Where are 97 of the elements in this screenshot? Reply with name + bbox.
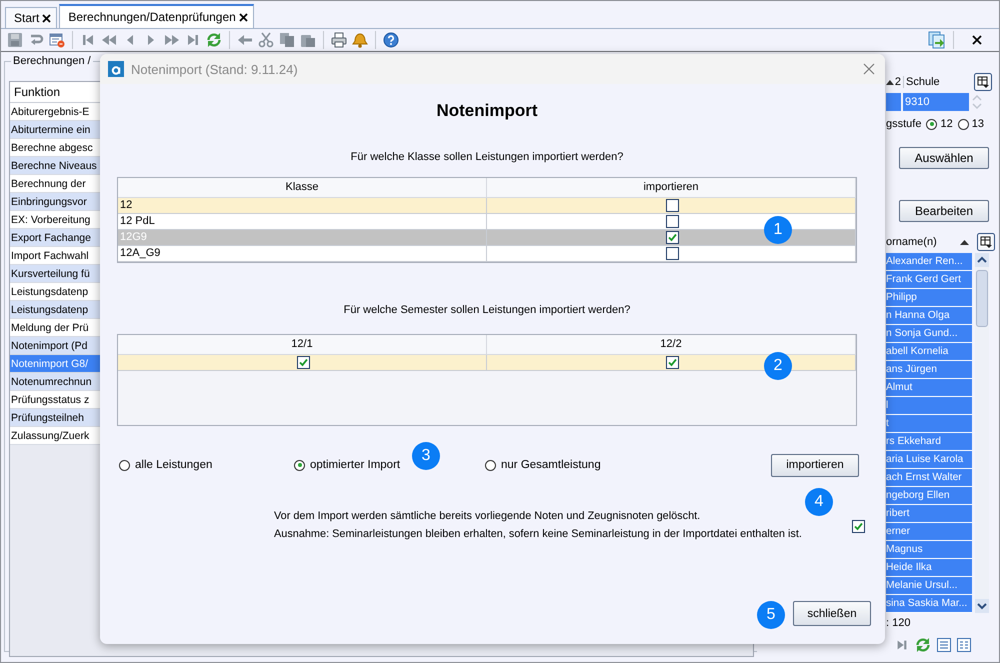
table-row[interactable]: Frank Gerd Gert [886,271,972,289]
scroll-down-icon[interactable] [975,599,989,613]
scrollbar[interactable] [975,253,989,613]
column-header[interactable]: 12/1 [118,335,487,354]
table-row[interactable]: 12A_G9 [118,246,856,262]
form-delete-icon[interactable] [49,32,65,48]
scroll-thumb[interactable] [976,270,988,327]
close-icon[interactable] [971,34,983,46]
first-icon[interactable] [80,32,96,48]
app-logo-icon [108,61,124,77]
step-marker: 5 [757,601,785,629]
record-count: : 120 [886,617,912,629]
rewind-icon[interactable] [101,32,117,48]
fast-forward-icon[interactable] [164,32,180,48]
column-header[interactable]: 2 [886,76,901,88]
checkbox[interactable] [666,215,678,228]
checkbox[interactable] [666,247,678,260]
radio-option[interactable]: optimierter Import [294,459,400,471]
table-cell: 12A_G9 [118,246,487,261]
list-view-icon[interactable] [937,638,951,652]
table-row[interactable]: t [886,415,972,433]
table-cell: 12G9 [118,230,487,245]
copy-icon[interactable] [279,32,295,48]
scissors-icon[interactable] [258,32,274,48]
sort-index: 2 [894,76,901,88]
table-row[interactable]: aria Luise Karola [886,451,972,469]
close-button[interactable]: schließen [793,601,871,626]
column-chooser-icon[interactable] [974,73,992,91]
column-header[interactable]: Schule [903,76,970,88]
table-row[interactable]: erner [886,523,972,541]
table-cell: 12 PdL [118,214,487,229]
question-text: Für welche Semester sollen Leistungen importiert werden? [342,303,632,317]
dialog-heading: Notenimport [435,100,539,122]
column-header[interactable]: importieren [487,178,856,197]
table-row[interactable]: n Hanna Olga [886,307,972,325]
arrow-left-icon[interactable] [237,32,253,48]
table-row[interactable]: ach Ernst Walter [886,469,972,487]
radio-option[interactable]: nur Gesamtleistung [485,459,601,471]
tab[interactable]: Start [5,7,58,28]
import-button[interactable]: importieren [771,454,859,476]
table-row[interactable]: n Sonja Gund... [886,325,972,343]
refresh-icon[interactable] [915,637,931,653]
tab[interactable]: Berechnungen/Datenprüfungen [59,4,254,28]
table-row[interactable]: ngeborg Ellen [886,487,972,505]
step-marker: 4 [805,488,833,516]
paste-icon[interactable] [300,32,316,48]
checkbox[interactable] [666,231,678,244]
radio-option[interactable]: alle Leistungen [119,459,212,471]
column-header[interactable]: orname(n) [886,236,975,248]
table-row[interactable]: Melanie Ursul... [886,577,972,595]
table-cell: 12 [118,198,487,213]
refresh-icon[interactable] [206,32,222,48]
table-row[interactable]: Almut [886,379,972,397]
table-row[interactable]: Philipp [886,289,972,307]
checkbox[interactable] [296,356,310,369]
close-icon[interactable] [238,12,248,22]
step-marker: 3 [412,442,440,470]
document-arrow-icon[interactable] [928,31,946,49]
table-row[interactable]: Magnus [886,541,972,559]
table-cell: 9310 [903,93,969,111]
undo-icon[interactable] [28,32,44,48]
radio-option[interactable]: 12 [926,118,953,130]
table-row[interactable]: abell Kornelia [886,343,972,361]
radio-option[interactable]: 13 [958,118,984,130]
checkbox[interactable] [666,199,678,212]
sort-up-icon [886,79,894,85]
help-icon[interactable] [383,32,399,48]
table-row[interactable]: rs Ekkehard [886,433,972,451]
table-row[interactable] [118,355,856,371]
group-title: Berechnungen / [11,55,93,67]
close-icon[interactable] [42,14,52,22]
table-row[interactable]: ans Jürgen [886,361,972,379]
table-row[interactable]: Heide Ilka [886,559,972,577]
dialog-title: Notenimport (Stand: 9.11.24) [131,62,298,76]
checkbox[interactable] [666,356,678,369]
detail-view-icon[interactable] [957,638,971,652]
bell-icon[interactable] [352,32,368,48]
action-button[interactable]: Bearbeiten [899,200,989,222]
table-row[interactable]: l [886,397,972,415]
table-row[interactable]: ribert [886,505,972,523]
scroll-up-icon[interactable] [975,253,989,267]
grade-label: gsstufe [886,118,922,130]
printer-icon[interactable] [331,32,347,48]
last-icon[interactable] [185,32,201,48]
table-row[interactable]: sina Saskia Mar... [886,595,972,613]
last-icon[interactable] [895,638,909,652]
sort-up-icon [960,239,969,245]
table-row[interactable]: 12 [118,198,856,214]
save-icon[interactable] [7,32,23,48]
table-row[interactable]: Alexander Ren... [886,253,972,271]
question-text: Für welche Klasse sollen Leistungen importiert werden? [350,150,624,164]
checkbox[interactable] [852,520,865,533]
warning-text: Vor dem Import werden sämtliche bereits vorliegende Noten und Zeugnisnoten gelöscht. Ausnahme: Seminarleistungen bleiben erhalten, sofern keine Seminarleistung in der Importdatei enthalten ist. [274,509,802,542]
column-header[interactable]: Klasse [118,178,487,197]
action-button[interactable]: Auswählen [899,147,989,169]
table-cell [886,93,901,111]
column-chooser-icon[interactable] [977,233,995,251]
